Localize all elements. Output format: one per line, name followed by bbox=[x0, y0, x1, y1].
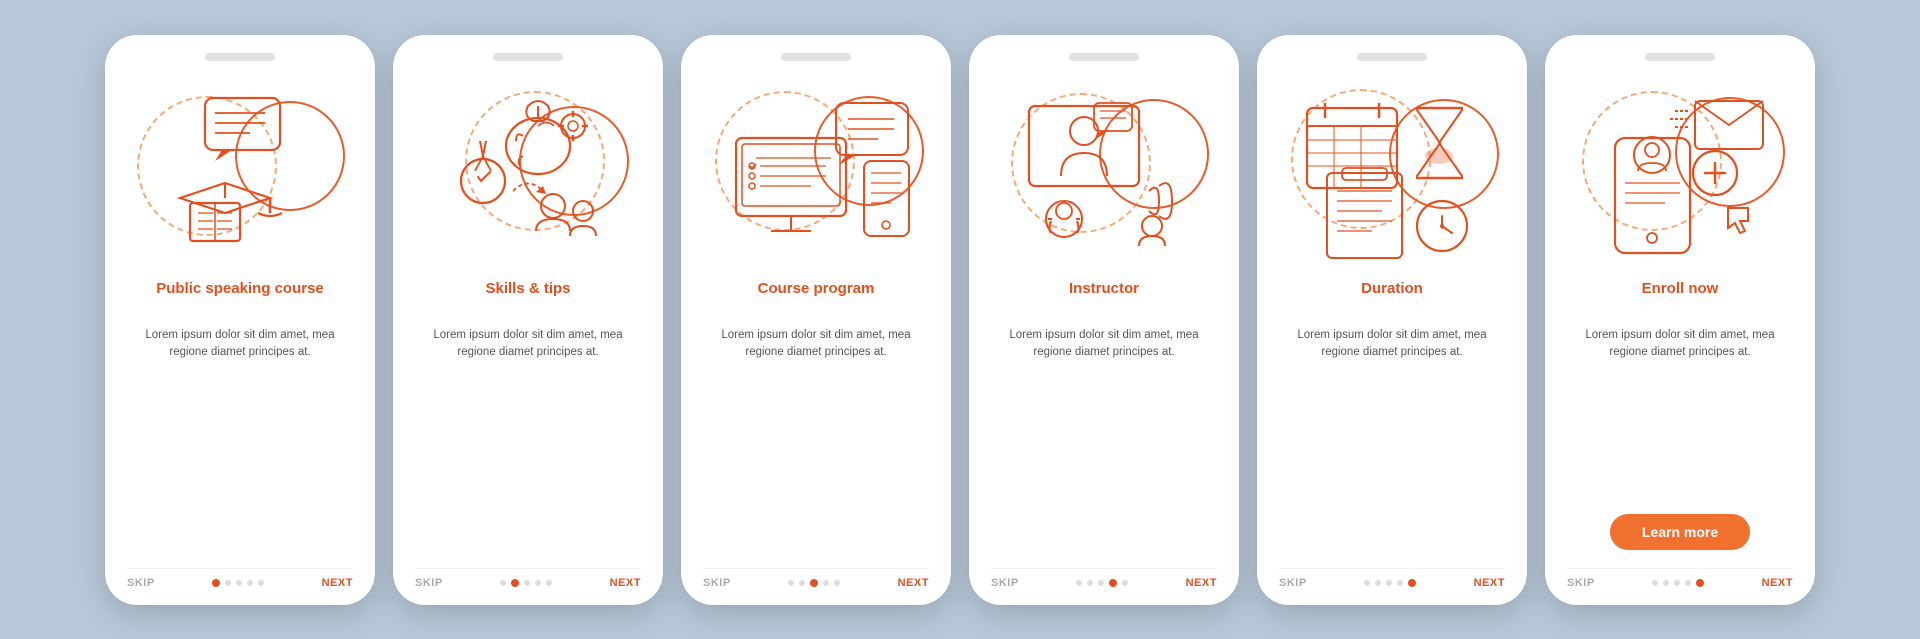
card-6-skip[interactable]: SKIP bbox=[1567, 577, 1595, 589]
card-2-dots bbox=[500, 579, 552, 587]
dot-5-0 bbox=[1364, 580, 1370, 586]
dot-6-4 bbox=[1696, 579, 1704, 587]
card-5-title: Duration bbox=[1361, 279, 1423, 317]
card-6-body: Lorem ipsum dolor sit dim amet, mea regi… bbox=[1567, 327, 1793, 510]
dot-3-2 bbox=[810, 579, 818, 587]
card-1-dots bbox=[212, 579, 264, 587]
card-5-dots bbox=[1364, 579, 1416, 587]
dot-5-3 bbox=[1397, 580, 1403, 586]
card-2-next[interactable]: NEXT bbox=[610, 577, 641, 589]
card-3-skip[interactable]: SKIP bbox=[703, 577, 731, 589]
dot-4-4 bbox=[1122, 580, 1128, 586]
card-5-next[interactable]: NEXT bbox=[1474, 577, 1505, 589]
card-6-dots bbox=[1652, 579, 1704, 587]
phone-card-6: Enroll now Lorem ipsum dolor sit dim ame… bbox=[1545, 35, 1815, 605]
card-4-title: Instructor bbox=[1069, 279, 1139, 317]
dot-1-1 bbox=[225, 580, 231, 586]
dot-3-3 bbox=[823, 580, 829, 586]
phone-notch-3 bbox=[781, 53, 851, 61]
dot-6-2 bbox=[1674, 580, 1680, 586]
card-5-skip[interactable]: SKIP bbox=[1279, 577, 1307, 589]
dot-2-2 bbox=[524, 580, 530, 586]
phone-notch-2 bbox=[493, 53, 563, 61]
card-4-next[interactable]: NEXT bbox=[1186, 577, 1217, 589]
icon-area-2 bbox=[415, 71, 641, 271]
card-1-title: Public speaking course bbox=[156, 279, 324, 317]
card-2-footer: SKIP NEXT bbox=[415, 568, 641, 589]
card-4-footer: SKIP NEXT bbox=[991, 568, 1217, 589]
card-6-footer: SKIP NEXT bbox=[1567, 568, 1793, 589]
dot-6-0 bbox=[1652, 580, 1658, 586]
phone-card-3: Course program Lorem ipsum dolor sit dim… bbox=[681, 35, 951, 605]
dot-2-3 bbox=[535, 580, 541, 586]
icon-area-1 bbox=[127, 71, 353, 271]
public-speaking-icon bbox=[150, 83, 330, 258]
card-6-next[interactable]: NEXT bbox=[1762, 577, 1793, 589]
dot-4-0 bbox=[1076, 580, 1082, 586]
card-3-title: Course program bbox=[758, 279, 875, 317]
card-3-footer: SKIP NEXT bbox=[703, 568, 929, 589]
dot-6-3 bbox=[1685, 580, 1691, 586]
phones-container: Public speaking course Lorem ipsum dolor… bbox=[65, 5, 1855, 635]
icon-area-5 bbox=[1279, 71, 1505, 271]
instructor-icon bbox=[1004, 81, 1204, 261]
dot-5-1 bbox=[1375, 580, 1381, 586]
dot-4-1 bbox=[1087, 580, 1093, 586]
dot-1-4 bbox=[258, 580, 264, 586]
card-2-title: Skills & tips bbox=[485, 279, 570, 317]
dot-3-0 bbox=[788, 580, 794, 586]
phone-card-2: Skills & tips Lorem ipsum dolor sit dim … bbox=[393, 35, 663, 605]
learn-more-button[interactable]: Learn more bbox=[1610, 514, 1750, 550]
card-3-next[interactable]: NEXT bbox=[898, 577, 929, 589]
card-4-skip[interactable]: SKIP bbox=[991, 577, 1019, 589]
phone-notch-6 bbox=[1645, 53, 1715, 61]
card-4-body: Lorem ipsum dolor sit dim amet, mea regi… bbox=[991, 327, 1217, 558]
dot-5-2 bbox=[1386, 580, 1392, 586]
phone-notch-1 bbox=[205, 53, 275, 61]
icon-area-6 bbox=[1567, 71, 1793, 271]
skills-tips-icon bbox=[428, 81, 628, 261]
dot-5-4 bbox=[1408, 579, 1416, 587]
card-6-title: Enroll now bbox=[1642, 279, 1719, 317]
phone-notch-4 bbox=[1069, 53, 1139, 61]
card-5-footer: SKIP NEXT bbox=[1279, 568, 1505, 589]
card-1-footer: SKIP NEXT bbox=[127, 568, 353, 589]
card-2-body: Lorem ipsum dolor sit dim amet, mea regi… bbox=[415, 327, 641, 558]
card-5-body: Lorem ipsum dolor sit dim amet, mea regi… bbox=[1279, 327, 1505, 558]
card-3-dots bbox=[788, 579, 840, 587]
course-program-icon bbox=[716, 83, 916, 258]
card-2-skip[interactable]: SKIP bbox=[415, 577, 443, 589]
icon-area-4 bbox=[991, 71, 1217, 271]
dot-2-0 bbox=[500, 580, 506, 586]
icon-area-3 bbox=[703, 71, 929, 271]
card-1-skip[interactable]: SKIP bbox=[127, 577, 155, 589]
enroll-now-icon bbox=[1580, 83, 1780, 258]
dot-6-1 bbox=[1663, 580, 1669, 586]
phone-notch-5 bbox=[1357, 53, 1427, 61]
dot-2-1 bbox=[511, 579, 519, 587]
phone-card-1: Public speaking course Lorem ipsum dolor… bbox=[105, 35, 375, 605]
dot-1-3 bbox=[247, 580, 253, 586]
card-4-dots bbox=[1076, 579, 1128, 587]
duration-icon bbox=[1287, 78, 1497, 263]
card-3-body: Lorem ipsum dolor sit dim amet, mea regi… bbox=[703, 327, 929, 558]
card-1-body: Lorem ipsum dolor sit dim amet, mea regi… bbox=[127, 327, 353, 558]
dot-2-4 bbox=[546, 580, 552, 586]
dot-1-2 bbox=[236, 580, 242, 586]
dot-1-0 bbox=[212, 579, 220, 587]
phone-card-5: Duration Lorem ipsum dolor sit dim amet,… bbox=[1257, 35, 1527, 605]
card-1-next[interactable]: NEXT bbox=[322, 577, 353, 589]
dot-4-3 bbox=[1109, 579, 1117, 587]
dot-4-2 bbox=[1098, 580, 1104, 586]
phone-card-4: Instructor Lorem ipsum dolor sit dim ame… bbox=[969, 35, 1239, 605]
dot-3-4 bbox=[834, 580, 840, 586]
dot-3-1 bbox=[799, 580, 805, 586]
